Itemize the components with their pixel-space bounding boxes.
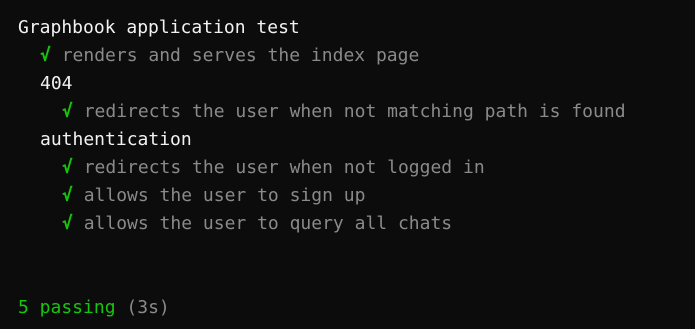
check-icon: √	[62, 185, 73, 206]
test-result-404: √ redirects the user when not matching p…	[62, 101, 626, 122]
summary-line: 5 passing (3s)	[18, 294, 170, 322]
root-suite-title: Graphbook application test	[18, 17, 300, 38]
suite-title-404: 404	[40, 73, 73, 94]
check-icon: √	[62, 157, 73, 178]
test-result-auth-2: √ allows the user to sign up	[62, 185, 366, 206]
duration: (3s)	[126, 297, 170, 318]
test-result-auth-3: √ allows the user to query all chats	[62, 213, 453, 234]
passing-count: 5 passing	[18, 297, 116, 318]
check-icon: √	[62, 101, 73, 122]
check-icon: √	[40, 45, 51, 66]
suite-title-authentication: authentication	[40, 129, 192, 150]
test-result-auth-1: √ redirects the user when not logged in	[62, 157, 485, 178]
test-result-index: √ renders and serves the index page	[40, 45, 420, 66]
terminal-window: Graphbook application test √ renders and…	[0, 0, 695, 329]
check-icon: √	[62, 213, 73, 234]
